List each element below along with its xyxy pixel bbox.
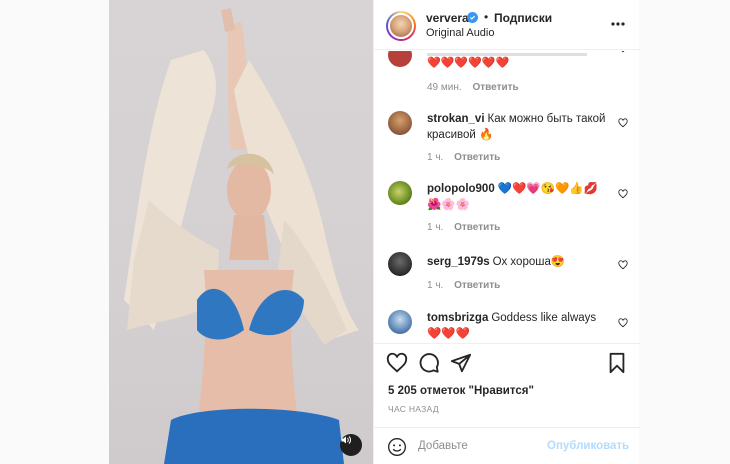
more-icon[interactable]: [610, 14, 626, 34]
volume-icon: [341, 436, 351, 444]
commenter-avatar[interactable]: [388, 252, 412, 276]
comment-icon[interactable]: [418, 352, 440, 374]
publish-button[interactable]: Опубликовать: [547, 440, 629, 452]
comment-body: strokan_vi Как можно быть такой красивой …: [427, 111, 611, 143]
post-actions: [374, 343, 640, 383]
comment-time: 1 ч.: [427, 280, 444, 291]
comment-text: ❤️❤️❤️❤️❤️❤️: [427, 57, 510, 69]
post-video[interactable]: [109, 0, 373, 464]
comment-body: polopolo900 💙❤️💗😘🧡👍💋🌺🌸🌸: [427, 181, 611, 213]
post-side-panel: ververa • Подписки Original Audio ❤️❤️❤️…: [373, 0, 640, 464]
page-backdrop-right: [639, 0, 730, 464]
commenter-username[interactable]: tomsbrizga: [427, 312, 488, 324]
share-icon[interactable]: [450, 352, 472, 374]
audio-label[interactable]: Original Audio: [426, 27, 495, 39]
commenter-avatar[interactable]: [388, 111, 412, 135]
commenter-username[interactable]: strokan_vi: [427, 113, 485, 125]
reply-button[interactable]: Ответить: [472, 82, 518, 93]
comment-text: Ох хороша😍: [492, 256, 566, 268]
comment-time: 1 ч.: [427, 222, 444, 233]
header-separator: •: [484, 10, 489, 24]
reply-button[interactable]: Ответить: [454, 280, 500, 291]
volume-button[interactable]: [340, 434, 362, 456]
comments-list[interactable]: ❤️❤️❤️❤️❤️❤️ 49 мин. Ответить strokan_vi…: [374, 51, 640, 342]
comment-like-heart-icon[interactable]: [618, 118, 628, 128]
page-backdrop-left: [0, 0, 109, 464]
reply-button[interactable]: Ответить: [454, 152, 500, 163]
following-button[interactable]: Подписки: [494, 11, 552, 25]
comment-time: 1 ч.: [427, 152, 444, 163]
commenter-username[interactable]: serg_1979s: [427, 256, 490, 268]
author-avatar[interactable]: [386, 11, 416, 41]
likes-count[interactable]: 5 205 отметок "Нравится": [388, 385, 534, 397]
commenter-avatar[interactable]: [388, 181, 412, 205]
comment-meta: 1 ч. Ответить: [427, 152, 500, 163]
comment-body: serg_1979s Ох хороша😍: [427, 254, 611, 270]
comment-input[interactable]: [418, 436, 538, 456]
comment-like-heart-icon[interactable]: [618, 260, 628, 270]
author-username[interactable]: ververa: [426, 11, 469, 25]
post-header: ververa • Подписки Original Audio: [374, 0, 640, 50]
verified-icon: [467, 12, 478, 23]
post-time[interactable]: ЧАС НАЗАД: [388, 404, 439, 414]
comment-like-heart-icon[interactable]: [618, 51, 628, 53]
commenter-username[interactable]: polopolo900: [427, 183, 495, 195]
bookmark-icon[interactable]: [606, 352, 628, 374]
commenter-avatar[interactable]: [388, 51, 412, 67]
video-frame: [124, 8, 359, 464]
reply-button[interactable]: Ответить: [454, 222, 500, 233]
commenter-avatar[interactable]: [388, 310, 412, 334]
comment-body: tomsbrizga Goddess like always ❤️❤️❤️: [427, 310, 611, 342]
comment-meta: 49 мин. Ответить: [427, 82, 519, 93]
heart-icon[interactable]: [386, 352, 408, 374]
emoji-icon[interactable]: [387, 437, 407, 457]
comment-time: 49 мин.: [427, 82, 462, 93]
comment-composer: Опубликовать: [374, 427, 640, 464]
comment-like-heart-icon[interactable]: [618, 189, 628, 199]
comment-meta: 1 ч. Ответить: [427, 280, 500, 291]
comment-meta: 1 ч. Ответить: [427, 222, 500, 233]
comment-like-heart-icon[interactable]: [618, 318, 628, 328]
